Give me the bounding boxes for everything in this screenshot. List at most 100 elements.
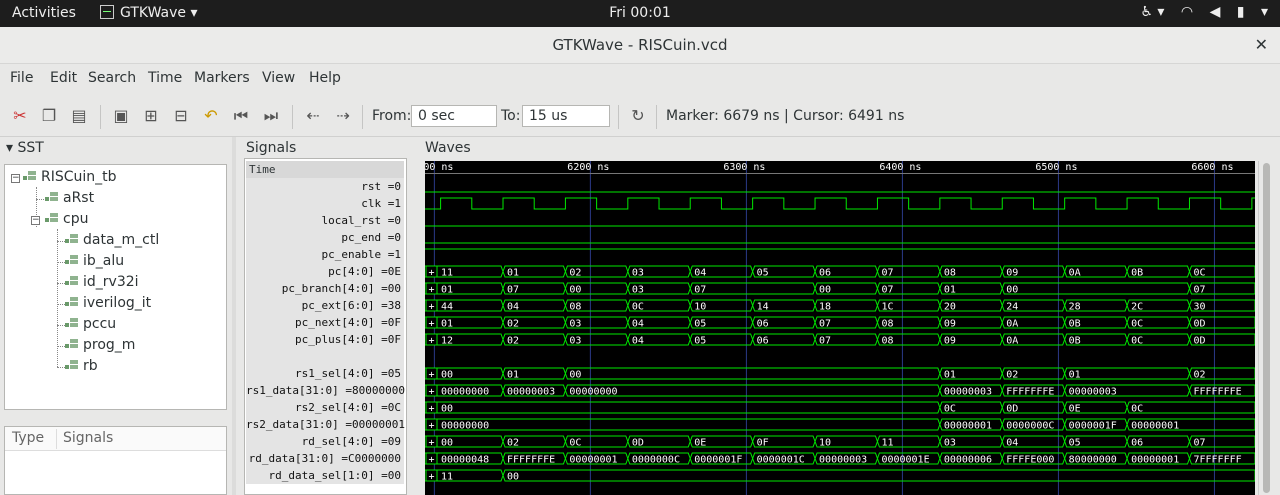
bus-value-label: 02 [1193,370,1205,381]
signal-row[interactable]: pc_next[4:0] =0F [246,314,404,331]
menu-time[interactable]: Time [148,70,182,86]
bus-value-label: FFFFFFFE [507,455,555,466]
tree-node-ib-alu[interactable]: ib_alu [65,253,124,269]
zoom-start-icon[interactable]: ⏮ [230,105,252,127]
scrollbar-thumb[interactable] [1263,163,1270,493]
menu-view[interactable]: View [262,70,295,86]
signal-row[interactable]: pc_plus[4:0] =0F [246,331,404,348]
copy-icon[interactable]: ❐ [38,105,60,127]
column-type[interactable]: Type [12,430,44,446]
tree-node-data-m-ctl[interactable]: data_m_ctl [65,232,159,248]
power-icon[interactable]: ▾ [1261,4,1268,20]
toolbar-separator [292,105,293,129]
bus-value-label: 11 [441,268,453,279]
signal-row[interactable]: local_rst =0 [246,212,404,229]
zoom-end-icon[interactable]: ⏭ [260,105,282,127]
module-icon [65,254,79,266]
bus-value-label: 03 [632,268,644,279]
tree-node-rb[interactable]: rb [65,358,98,374]
signal-row[interactable]: pc_end =0 [246,229,404,246]
sst-title: SST [17,140,44,156]
column-signals[interactable]: Signals [63,430,113,446]
tree-node-arst[interactable]: aRst [45,190,94,206]
sst-tree[interactable]: − RISCuin_tb aRst − cpu data_m_ctl ib_al… [4,164,227,410]
bus-value-label: 04 [632,319,644,330]
top-bar: Activities GTKWave ▾ Fri 00:01 ♿ ▾ ◠ ◀ ▮… [0,0,1280,27]
bus-value-label: 00000001 [1131,421,1179,432]
menu-markers[interactable]: Markers [194,70,250,86]
zoom-out-icon[interactable]: ⊟ [170,105,192,127]
from-input[interactable] [411,105,497,127]
tree-node-pccu[interactable]: pccu [65,316,116,332]
cut-icon[interactable]: ✂ [9,105,31,127]
undo-zoom-icon[interactable]: ↶ [200,105,222,127]
signal-row[interactable]: rs1_sel[4:0] =05 [246,365,404,382]
blank-signal-row[interactable] [246,348,404,365]
volume-icon[interactable]: ◀ [1210,4,1221,20]
sst-header[interactable]: ▾ SST [6,140,44,156]
tree-node-id-rv32i[interactable]: id_rv32i [65,274,139,290]
tree-node-riscuin-tb[interactable]: RISCuin_tb [23,169,117,185]
bus-value-label: 05 [1069,438,1081,449]
signal-row[interactable]: pc_branch[4:0] =00 [246,280,404,297]
signal-row[interactable]: pc_ext[6:0] =38 [246,297,404,314]
zoom-fit-icon[interactable]: ▣ [110,105,132,127]
expand-plus-icon: + [429,370,435,381]
menu-help[interactable]: Help [309,70,341,86]
signal-row[interactable]: rs1_data[31:0] =80000000 [246,382,405,399]
signals-title: Signals [246,140,297,156]
signal-row[interactable]: pc_enable =1 [246,246,404,263]
battery-icon[interactable]: ▮ [1237,4,1245,20]
collapse-icon[interactable]: − [31,216,40,225]
signal-row[interactable]: clk =1 [246,195,404,212]
menu-edit[interactable]: Edit [50,70,77,86]
bus-value-label: 0A [1006,319,1018,330]
wifi-icon[interactable]: ◠ [1181,4,1193,20]
tree-node-cpu[interactable]: cpu [45,211,88,227]
bus-value-label: 00000000 [441,387,489,398]
prev-edge-icon[interactable]: ⇠ [302,105,324,127]
signal-row[interactable]: rd_data_sel[1:0] =00 [246,467,404,484]
pane-splitter[interactable] [232,137,236,495]
to-input[interactable] [522,105,610,127]
activities-button[interactable]: Activities [12,5,76,21]
signal-row[interactable]: rs2_data[31:0] =00000001 [246,416,405,433]
app-menu-button[interactable]: GTKWave ▾ [100,5,198,21]
bus-value-label: 07 [819,319,831,330]
next-edge-icon[interactable]: ⇢ [332,105,354,127]
bus-value-label: 20 [944,302,956,313]
bus-value-label: 01 [507,268,519,279]
type-signals-list[interactable]: Type Signals [4,426,227,495]
bus-value-label: 04 [1006,438,1018,449]
bus-value-label: 07 [694,285,706,296]
bus-value-label: 0000000C [632,455,680,466]
bus-value-label: 0C [632,302,644,313]
bus-value-label: 09 [944,336,956,347]
close-icon[interactable]: ✕ [1255,35,1268,54]
time-tick-label: 6600 ns [1191,162,1233,173]
waveform-svg[interactable]: 6100 ns 6200 ns 6300 ns 6400 ns 6500 ns 6600 … [425,161,1255,495]
signal-row[interactable]: rd_data[31:0] =C0000000 [246,450,404,467]
signal-row[interactable]: rd_sel[4:0] =09 [246,433,404,450]
tree-node-iverilog-it[interactable]: iverilog_it [65,295,151,311]
accessibility-icon[interactable]: ♿ ▾ [1140,4,1164,20]
collapse-arrow-icon[interactable]: ▾ [6,140,13,156]
system-tray[interactable]: ♿ ▾ ◠ ◀ ▮ ▾ [1128,4,1268,20]
collapse-icon[interactable]: − [11,174,20,183]
signal-row[interactable]: pc[4:0] =0E [246,263,404,280]
expand-plus-icon: + [429,472,435,483]
bus-value-label: 0C [1131,404,1143,415]
signal-row[interactable]: rst =0 [246,178,404,195]
module-icon [65,359,79,371]
bus-value-label: 04 [632,336,644,347]
menu-search[interactable]: Search [88,70,136,86]
bus-value-label: 01 [441,285,453,296]
menu-file[interactable]: File [10,70,33,86]
waveform-canvas[interactable]: 6100 ns 6200 ns 6300 ns 6400 ns 6500 ns 6600 … [425,161,1255,495]
tree-node-prog-m[interactable]: prog_m [65,337,135,353]
signal-row[interactable]: rs2_sel[4:0] =0C [246,399,404,416]
zoom-in-icon[interactable]: ⊞ [140,105,162,127]
vertical-scrollbar[interactable] [1258,161,1274,495]
reload-icon[interactable]: ↻ [627,105,649,127]
paste-icon[interactable]: ▤ [68,105,90,127]
